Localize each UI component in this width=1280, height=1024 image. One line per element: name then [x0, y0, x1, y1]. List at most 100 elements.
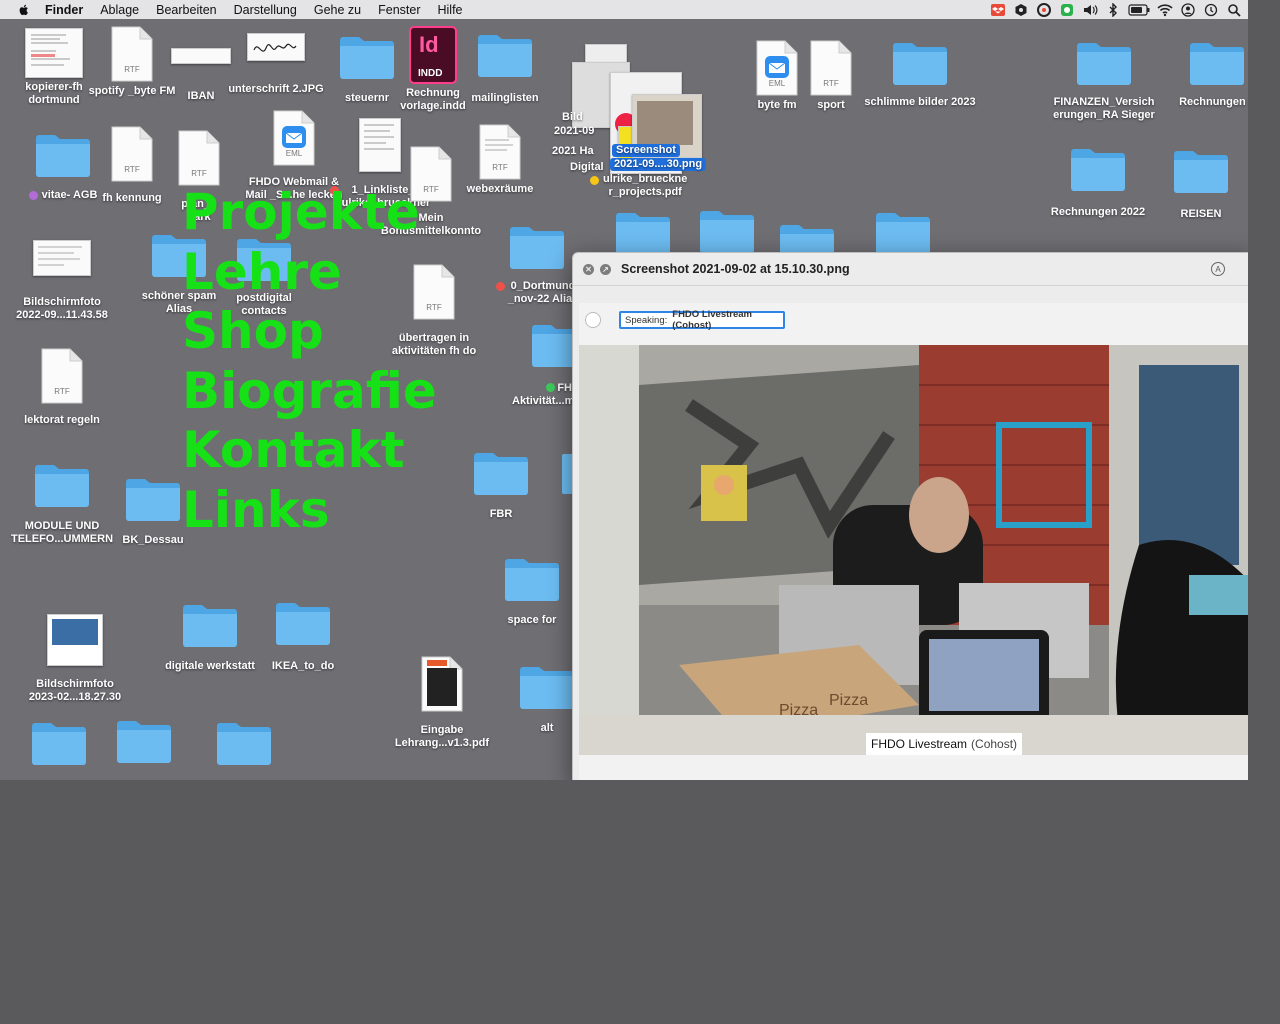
- desktop-file-bildschirmfoto-2022[interactable]: Bildschirmfoto 2022-09...11.43.58: [14, 240, 110, 322]
- spotlight-icon[interactable]: [1226, 3, 1242, 17]
- pizza-box-text-2: Pizza: [829, 692, 868, 709]
- desktop-file-spotify[interactable]: RTF spotify _byte FM: [88, 26, 176, 98]
- icon-label: byte fm: [757, 99, 797, 111]
- red-tag-dot: [495, 282, 505, 291]
- desktop-folder-spacefor[interactable]: space for: [500, 556, 564, 627]
- label-with-tag: vitae- AGB: [28, 189, 97, 202]
- app-icon[interactable]: [1013, 3, 1029, 17]
- stack-label-1: Bild: [562, 111, 583, 123]
- menu-ablage[interactable]: Ablage: [100, 3, 139, 17]
- folder-icon: [474, 453, 528, 495]
- desktop-folder-vitae[interactable]: vitae- AGB: [28, 132, 98, 202]
- icon-label: Rechnungen 2022: [1050, 206, 1146, 218]
- dropbox-icon[interactable]: [990, 3, 1006, 17]
- apple-menu-icon[interactable]: [17, 3, 31, 17]
- menu-app-finder[interactable]: Finder: [45, 3, 83, 17]
- markup-icon[interactable]: A: [1211, 262, 1225, 276]
- nav-link-shop[interactable]: Shop: [182, 302, 437, 362]
- wifi-icon[interactable]: [1157, 3, 1173, 17]
- nav-link-projekte[interactable]: Projekte: [182, 183, 437, 243]
- indesign-file-icon: Id INDD: [409, 26, 457, 84]
- nav-link-lehre[interactable]: Lehre: [182, 243, 437, 303]
- eml-document-icon: EML: [273, 110, 315, 166]
- desktop-file-rechnung-indd[interactable]: Id INDD Rechnung vorlage.indd: [398, 26, 468, 113]
- desktop-file-lektorat[interactable]: RTF lektorat regeln: [22, 348, 102, 427]
- battery-icon[interactable]: [1128, 3, 1150, 17]
- desktop-folder-mailinglisten[interactable]: mailinglisten: [470, 32, 540, 105]
- user-icon[interactable]: [1180, 2, 1196, 17]
- menu-bearbeiten[interactable]: Bearbeiten: [156, 3, 216, 17]
- folder-icon: [183, 605, 237, 647]
- desktop-folder-rechnungen2[interactable]: Rechnungen 2: [1172, 40, 1248, 109]
- menu-darstellung[interactable]: Darstellung: [234, 3, 297, 17]
- creative-cloud-icon[interactable]: [1036, 2, 1052, 17]
- desktop-file-bildschirmfoto-2023[interactable]: Bildschirmfoto 2023-02...18.27.30: [22, 614, 128, 704]
- menu-hilfe[interactable]: Hilfe: [438, 3, 463, 17]
- desktop-file-sport[interactable]: RTF sport: [808, 40, 854, 112]
- folder-icon: [36, 135, 90, 177]
- volume-icon[interactable]: [1082, 3, 1098, 17]
- folder-icon: [276, 603, 330, 645]
- indd-tag: INDD: [418, 68, 443, 79]
- desktop-folder-bkdessau[interactable]: BK_Dessau: [118, 476, 188, 547]
- selected-screenshot-label[interactable]: Screenshot: [612, 144, 680, 157]
- rtf-document-icon: RTF: [111, 126, 153, 182]
- eml-tag: EML: [285, 149, 303, 158]
- desktop-file-ulrike[interactable]: ulrike_bruecknе r_projects.pdf: [590, 173, 687, 199]
- desktop-folder-fbr[interactable]: FBR: [470, 450, 532, 521]
- desktop-folder-finanzen[interactable]: FINANZEN_Versich erungen_RA Sieger: [1046, 40, 1162, 122]
- desktop-folder-module[interactable]: MODULE UND TELEFO...UMMERN: [10, 462, 114, 546]
- folder-icon[interactable]: [874, 210, 932, 256]
- participant-name-label: FHDO Livestream (Cohost): [866, 733, 1023, 755]
- icon-label: lektorat regeln: [24, 414, 100, 426]
- menu-gehe-zu[interactable]: Gehe zu: [314, 3, 361, 17]
- close-icon[interactable]: ✕: [583, 263, 594, 275]
- folder-icon: [1174, 151, 1228, 193]
- screenshot-text-lines: [38, 246, 82, 266]
- desktop-folder-alt[interactable]: alt: [516, 664, 578, 735]
- folder-icon[interactable]: [614, 210, 672, 256]
- folder-icon: [126, 479, 180, 521]
- livestream-scene-image: Pizza Pizza: [579, 345, 1248, 755]
- rtf-tag: RTF: [823, 79, 839, 88]
- time-machine-icon[interactable]: [1203, 3, 1219, 17]
- desktop-folder-digitale[interactable]: digitale werkstatt: [162, 602, 258, 673]
- settings-icon[interactable]: [585, 312, 601, 328]
- desktop-file-unterschrift[interactable]: unterschrift 2.JPG: [226, 33, 326, 96]
- indesign-logo-text: Id: [419, 32, 439, 57]
- icon-label: BK_Dessau: [122, 534, 184, 546]
- status-menu-area: [983, 0, 1242, 19]
- folder-icon: [1071, 149, 1125, 191]
- desktop-folder-ikea[interactable]: IKEA_to_do: [270, 600, 336, 673]
- desktop-file-eingabe[interactable]: Eingabe Lehrang...v1.3.pdf: [392, 656, 492, 750]
- quicklook-title: Screenshot 2021-09-02 at 15.10.30.png: [621, 262, 850, 276]
- fullscreen-icon[interactable]: ↗: [600, 263, 611, 275]
- icon-label: 0_Dortmund _nov-22 Alias: [507, 280, 579, 305]
- desktop-file-iban[interactable]: IBAN: [170, 48, 232, 103]
- desktop-folder-rechnungen2022[interactable]: Rechnungen 2022: [1046, 146, 1150, 219]
- desktop-file-kopierer[interactable]: kopierer-fh dortmund: [20, 28, 88, 107]
- icon-label: alt: [540, 722, 554, 734]
- app-status-icon[interactable]: [1059, 3, 1075, 17]
- desktop-file-bytefm[interactable]: EML byte fm: [754, 40, 800, 112]
- nav-link-biografie[interactable]: Biografie: [182, 362, 437, 422]
- selected-screenshot-label-2[interactable]: 2021-09....30.png: [610, 158, 707, 171]
- desktop-file-fhkennung[interactable]: RTF fh kennung: [100, 126, 164, 205]
- selected-label-line-2: 2021-09....30.png: [610, 158, 707, 171]
- nav-link-kontakt[interactable]: Kontakt: [182, 421, 437, 481]
- folder-icon[interactable]: [215, 720, 273, 766]
- desktop-folder-steuernr[interactable]: steuernr: [336, 34, 398, 105]
- nav-link-links[interactable]: Links: [182, 481, 437, 541]
- icon-label: unterschrift 2.JPG: [228, 83, 324, 95]
- bluetooth-icon[interactable]: [1105, 2, 1121, 17]
- menu-fenster[interactable]: Fenster: [378, 3, 420, 17]
- website-nav-overlay: Projekte Lehre Shop Biografie Kontakt Li…: [182, 183, 437, 540]
- folder-icon[interactable]: [115, 718, 173, 764]
- speaking-label: Speaking:: [625, 314, 668, 326]
- desktop-folder-schlimme[interactable]: schlimme bilder 2023: [864, 40, 976, 109]
- speaking-indicator: Speaking: FHDO Livestream (Cohost): [619, 309, 785, 331]
- desktop-folder-reisen[interactable]: REISEN: [1170, 148, 1232, 221]
- folder-icon[interactable]: [30, 720, 88, 766]
- desktop-alias-dortmund[interactable]: 0_Dortmund _nov-22 Alias: [492, 224, 582, 306]
- folder-icon[interactable]: [698, 208, 756, 254]
